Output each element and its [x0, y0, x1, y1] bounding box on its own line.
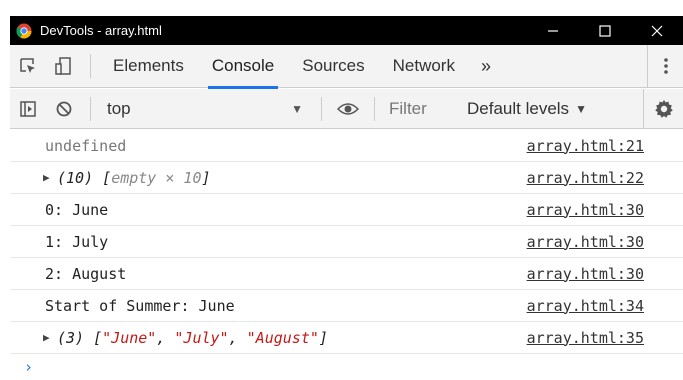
- tab-elements[interactable]: Elements: [99, 45, 198, 88]
- source-link[interactable]: array.html:21: [527, 137, 644, 155]
- tab-network[interactable]: Network: [379, 45, 469, 88]
- log-levels-label: Default levels: [467, 98, 570, 118]
- message-text: (10) [empty × 10]: [57, 169, 211, 187]
- minimize-button[interactable]: [527, 16, 579, 45]
- source-link[interactable]: array.html:30: [527, 265, 644, 283]
- toolbar-divider: [90, 96, 91, 121]
- console-message[interactable]: ▶ (3) ["June", "July", "August"] array.h…: [10, 322, 683, 354]
- array-open-bracket: [: [93, 328, 103, 347]
- source-link[interactable]: array.html:30: [527, 233, 644, 251]
- console-message: undefined array.html:21: [10, 130, 683, 162]
- close-button[interactable]: [631, 16, 683, 45]
- message-text: (3) ["June", "July", "August"]: [57, 329, 328, 347]
- inspect-element-icon[interactable]: [10, 48, 46, 84]
- array-item: "August": [246, 328, 319, 347]
- context-value: top: [107, 98, 131, 118]
- source-link[interactable]: array.html:34: [527, 297, 644, 315]
- clear-console-icon[interactable]: [46, 91, 82, 127]
- source-link[interactable]: array.html:35: [527, 329, 644, 347]
- toolbar-divider: [90, 54, 91, 78]
- maximize-button[interactable]: [579, 16, 631, 45]
- array-body: empty × 10: [111, 168, 202, 187]
- window-titlebar: DevTools - array.html: [10, 16, 683, 45]
- console-toolbar: top ▼ Default levels ▼: [10, 88, 683, 129]
- live-expression-eye-icon[interactable]: [330, 91, 366, 127]
- source-link[interactable]: array.html:30: [527, 201, 644, 219]
- window-controls: [527, 16, 683, 45]
- console-message: Start of Summer: June array.html:34: [10, 290, 683, 322]
- console-message: 2: August array.html:30: [10, 258, 683, 290]
- filter-input[interactable]: [383, 94, 459, 123]
- console-message: 0: June array.html:30: [10, 194, 683, 226]
- array-length: (3): [57, 328, 85, 347]
- prompt-chevron-icon: ›: [24, 358, 34, 376]
- tab-sources[interactable]: Sources: [288, 45, 378, 88]
- dropdown-arrow-icon: ▼: [291, 101, 303, 116]
- more-tabs-button[interactable]: »: [469, 56, 503, 77]
- console-settings-gear-icon[interactable]: [643, 88, 683, 129]
- array-close-bracket: ]: [318, 328, 328, 347]
- array-close-bracket: ]: [201, 168, 211, 187]
- message-text: undefined: [45, 136, 127, 155]
- message-text: 0: June: [45, 200, 109, 219]
- console-sidebar-icon[interactable]: [10, 91, 46, 127]
- chrome-icon: [16, 23, 32, 39]
- devtools-tabbar: Elements Console Sources Network »: [10, 44, 683, 89]
- console-output: undefined array.html:21 ▶ (10) [empty × …: [10, 130, 683, 380]
- window-title: DevTools - array.html: [40, 23, 162, 38]
- more-options-icon[interactable]: [647, 44, 683, 88]
- console-message: 1: July array.html:30: [10, 226, 683, 258]
- expand-triangle-icon[interactable]: ▶: [43, 331, 57, 344]
- dropdown-arrow-icon: ▼: [575, 101, 587, 116]
- message-text: 2: August: [45, 264, 127, 283]
- array-length: (10): [57, 168, 94, 187]
- array-open-bracket: [: [102, 168, 112, 187]
- source-link[interactable]: array.html:22: [527, 169, 644, 187]
- toolbar-divider: [374, 96, 375, 121]
- device-toolbar-icon[interactable]: [46, 48, 82, 84]
- toolbar-divider: [321, 96, 322, 121]
- console-message[interactable]: ▶ (10) [empty × 10] array.html:22: [10, 162, 683, 194]
- message-text: Start of Summer: June: [45, 296, 235, 315]
- log-levels-dropdown[interactable]: Default levels ▼: [467, 99, 587, 119]
- array-item: "July": [174, 328, 229, 347]
- message-text: 1: July: [45, 232, 109, 251]
- expand-triangle-icon[interactable]: ▶: [43, 171, 57, 184]
- tab-console[interactable]: Console: [198, 45, 288, 89]
- array-separator: ,: [156, 328, 175, 347]
- context-selector[interactable]: top ▼: [99, 89, 313, 129]
- array-item: "June": [102, 328, 157, 347]
- array-separator: ,: [228, 328, 247, 347]
- console-prompt[interactable]: ›: [10, 354, 683, 380]
